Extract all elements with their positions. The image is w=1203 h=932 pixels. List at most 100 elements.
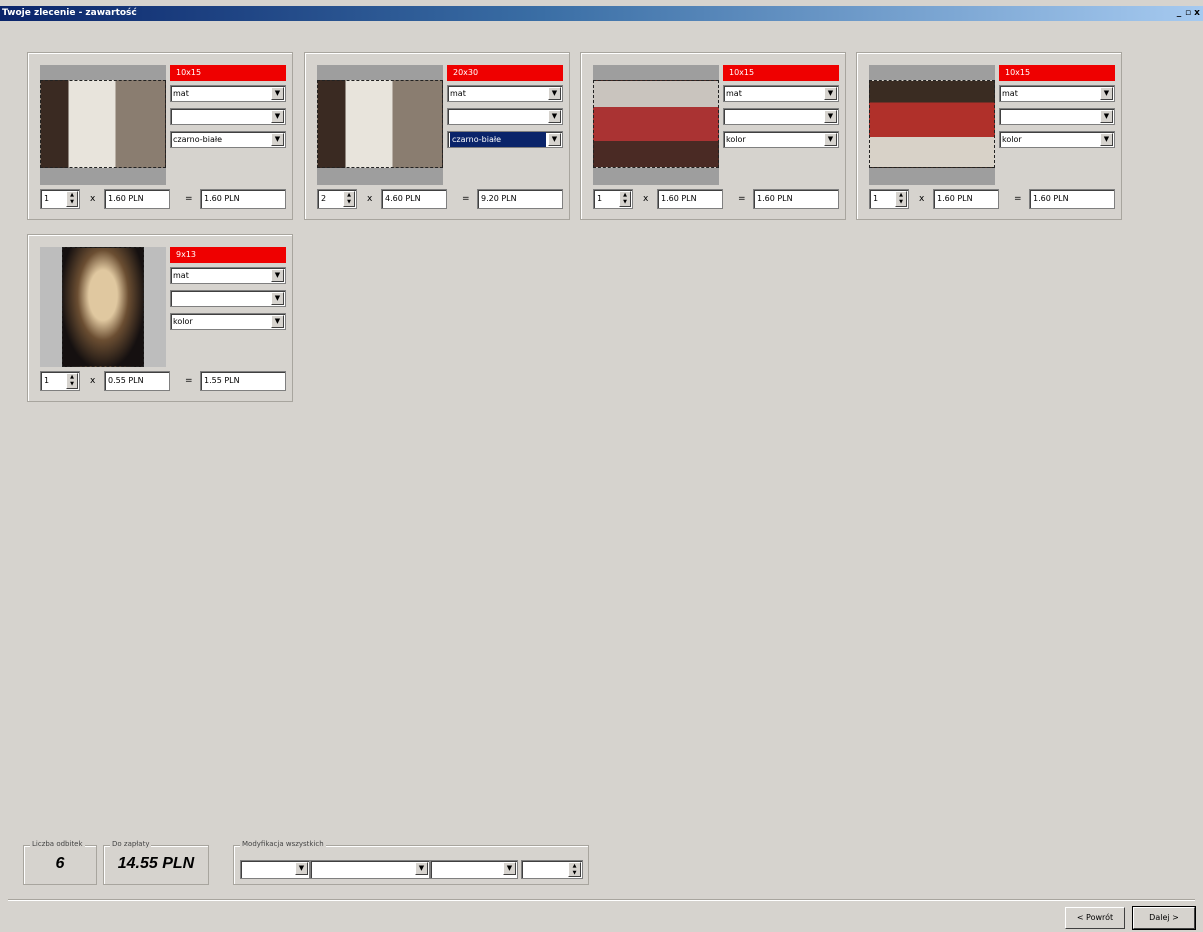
photo-image — [40, 80, 166, 168]
border-select[interactable]: ▼ — [999, 108, 1115, 125]
unit-price-field: 4.60 PLN — [381, 189, 447, 209]
chevron-down-icon[interactable]: ▼ — [271, 133, 284, 146]
paper-select-value: mat — [726, 89, 742, 98]
border-select[interactable]: ▼ — [170, 290, 286, 307]
chevron-down-icon[interactable]: ▼ — [271, 269, 284, 282]
modify-all-size-select[interactable]: ▼ — [240, 860, 310, 879]
unit-price-field: 0.55 PLN — [104, 371, 170, 391]
quantity-stepper[interactable]: 2 ▲ ▼ — [317, 189, 357, 209]
photo-image — [62, 247, 144, 367]
equals-sign: = — [185, 376, 193, 386]
modify-all-color-select[interactable]: ▼ — [430, 860, 518, 879]
photo-count-group: Liczba odbitek 6 — [23, 840, 97, 885]
modify-all-paper-select[interactable]: ▼ — [310, 860, 430, 879]
photo-thumbnail[interactable] — [40, 65, 166, 185]
paper-select[interactable]: mat ▼ — [447, 85, 563, 102]
photo-image — [317, 80, 443, 168]
chevron-down-icon[interactable]: ▼ — [271, 292, 284, 305]
print-size-label[interactable]: 10x15 — [723, 65, 839, 81]
maximize-button[interactable]: ▫ — [1184, 6, 1192, 21]
border-select[interactable]: ▼ — [170, 108, 286, 125]
color-mode-select-value: kolor — [726, 135, 746, 144]
chevron-down-icon[interactable]: ▼ — [824, 87, 837, 100]
line-total-field: 1.55 PLN — [200, 371, 286, 391]
border-select[interactable]: ▼ — [447, 108, 563, 125]
chevron-down-icon[interactable]: ▼ — [271, 315, 284, 328]
color-mode-select[interactable]: czarno-białe ▼ — [447, 131, 563, 148]
print-size-label[interactable]: 10x15 — [999, 65, 1115, 81]
quantity-value: 1 — [597, 194, 603, 203]
back-button[interactable]: < Powrót — [1065, 907, 1125, 929]
chevron-down-icon[interactable]: ▼ — [295, 862, 308, 875]
photo-image — [593, 80, 719, 168]
chevron-down-icon[interactable]: ▼ — [548, 110, 561, 123]
quantity-stepper[interactable]: 1 ▲ ▼ — [40, 189, 80, 209]
paper-select-value: mat — [173, 89, 189, 98]
line-total-field: 1.60 PLN — [200, 189, 286, 209]
multiply-sign: x — [90, 194, 96, 204]
line-total-field: 1.60 PLN — [1029, 189, 1115, 209]
quantity-stepper[interactable]: 1 ▲ ▼ — [40, 371, 80, 391]
photo-count-label: Liczba odbitek — [30, 840, 85, 848]
chevron-down-icon[interactable]: ▼ — [824, 110, 837, 123]
quantity-value: 1 — [873, 194, 879, 203]
window-title: Twoje zlecenie - zawartość — [2, 8, 137, 18]
photo-thumbnail[interactable] — [317, 65, 443, 185]
chevron-down-icon[interactable]: ▼ — [548, 133, 561, 146]
chevron-down-icon[interactable]: ▼ — [1100, 87, 1113, 100]
unit-price-field: 1.60 PLN — [104, 189, 170, 209]
modify-all-label: Modyfikacja wszystkich — [240, 840, 326, 848]
spin-arrows-icon[interactable]: ▲ ▼ — [895, 191, 907, 207]
unit-price-field: 1.60 PLN — [933, 189, 999, 209]
spin-arrows-icon[interactable]: ▲ ▼ — [619, 191, 631, 207]
print-size-label[interactable]: 10x15 — [170, 65, 286, 81]
photo-thumbnail[interactable] — [40, 247, 166, 367]
spin-arrows-icon[interactable]: ▲ ▼ — [66, 373, 78, 389]
paper-select[interactable]: mat ▼ — [723, 85, 839, 102]
print-size-label[interactable]: 20x30 — [447, 65, 563, 81]
spin-arrows-icon[interactable]: ▲ ▼ — [343, 191, 355, 207]
color-mode-select-value: kolor — [1002, 135, 1022, 144]
print-size-label[interactable]: 9x13 — [170, 247, 286, 263]
multiply-sign: x — [643, 194, 649, 204]
paper-select-value: mat — [1002, 89, 1018, 98]
footer-divider — [8, 899, 1195, 901]
order-item-card: 10x15 mat ▼ ▼ kolor ▼ 1 ▲ ▼ x 1.60 PLN = … — [580, 52, 846, 220]
photo-thumbnail[interactable] — [869, 65, 995, 185]
quantity-stepper[interactable]: 1 ▲ ▼ — [869, 189, 909, 209]
chevron-down-icon[interactable]: ▼ — [271, 110, 284, 123]
color-mode-select[interactable]: kolor ▼ — [170, 313, 286, 330]
amount-due-label: Do zapłaty — [110, 840, 152, 848]
chevron-down-icon[interactable]: ▼ — [1100, 110, 1113, 123]
paper-select[interactable]: mat ▼ — [170, 267, 286, 284]
minimize-button[interactable]: _ — [1175, 6, 1183, 21]
paper-select[interactable]: mat ▼ — [170, 85, 286, 102]
quantity-stepper[interactable]: 1 ▲ ▼ — [593, 189, 633, 209]
chevron-down-icon[interactable]: ▼ — [271, 87, 284, 100]
modify-all-group: Modyfikacja wszystkich ▼ ▼ ▼ ▲ ▼ — [233, 840, 589, 885]
chevron-down-icon[interactable]: ▼ — [415, 862, 428, 875]
photo-image — [869, 80, 995, 168]
color-mode-select[interactable]: czarno-białe ▼ — [170, 131, 286, 148]
color-mode-select[interactable]: kolor ▼ — [723, 131, 839, 148]
color-mode-select[interactable]: kolor ▼ — [999, 131, 1115, 148]
multiply-sign: x — [919, 194, 925, 204]
chevron-down-icon[interactable]: ▼ — [1100, 133, 1113, 146]
line-total-field: 1.60 PLN — [753, 189, 839, 209]
chevron-down-icon[interactable]: ▼ — [824, 133, 837, 146]
photo-thumbnail[interactable] — [593, 65, 719, 185]
modify-all-quantity-stepper[interactable]: ▲ ▼ — [521, 860, 583, 879]
spin-arrows-icon[interactable]: ▲ ▼ — [568, 862, 581, 877]
spin-arrows-icon[interactable]: ▲ ▼ — [66, 191, 78, 207]
close-button[interactable]: x — [1193, 6, 1201, 21]
paper-select[interactable]: mat ▼ — [999, 85, 1115, 102]
color-mode-select-value: czarno-białe — [450, 132, 546, 147]
next-button[interactable]: Dalej > — [1132, 906, 1196, 930]
chevron-down-icon[interactable]: ▼ — [548, 87, 561, 100]
quantity-value: 2 — [321, 194, 327, 203]
chevron-down-icon[interactable]: ▼ — [503, 862, 516, 875]
order-item-card: 20x30 mat ▼ ▼ czarno-białe ▼ 2 ▲ ▼ x 4.60… — [304, 52, 570, 220]
order-item-card: 10x15 mat ▼ ▼ czarno-białe ▼ 1 ▲ ▼ x 1.60… — [27, 52, 293, 220]
border-select[interactable]: ▼ — [723, 108, 839, 125]
equals-sign: = — [462, 194, 470, 204]
